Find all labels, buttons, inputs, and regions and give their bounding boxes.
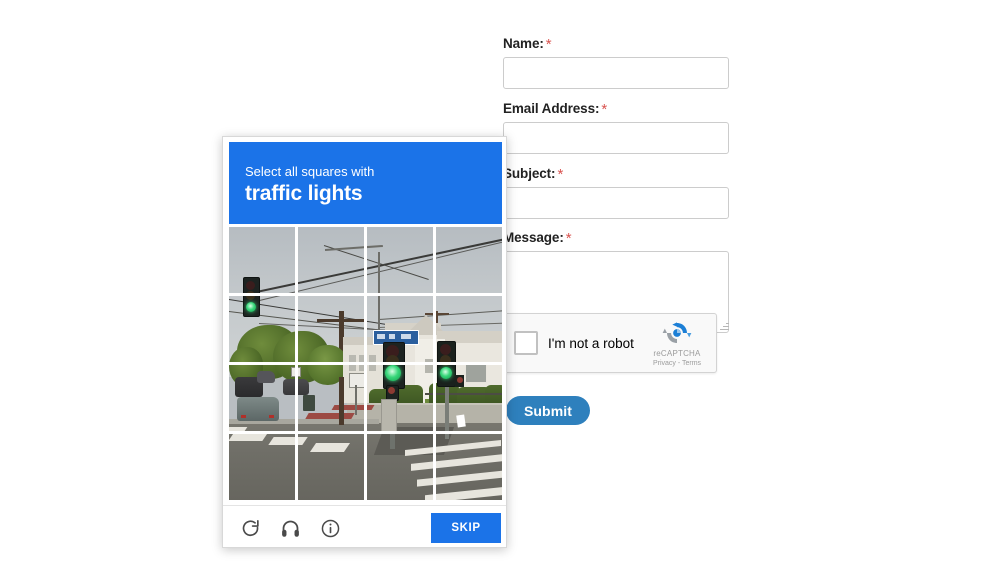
name-required-asterisk: * <box>545 36 552 53</box>
subject-field-label: Subject: * <box>503 166 731 182</box>
message-label-text: Message: <box>503 230 564 245</box>
subject-label-text: Subject: <box>503 166 556 181</box>
captcha-instruction-header: Select all squares with traffic lights <box>229 142 502 224</box>
name-label-text: Name: <box>503 36 544 51</box>
captcha-tile-image <box>367 296 433 362</box>
name-field-label: Name: * <box>503 36 731 52</box>
captcha-tile-image <box>229 227 295 293</box>
captcha-tile-image <box>436 434 502 500</box>
message-required-asterisk: * <box>565 230 572 247</box>
captcha-tile[interactable] <box>436 227 502 293</box>
recaptcha-label: I'm not a robot <box>548 335 634 351</box>
recaptcha-brand-name: reCAPTCHA <box>653 349 701 358</box>
captcha-tile[interactable] <box>229 434 295 500</box>
email-required-asterisk: * <box>601 101 608 118</box>
subject-required-asterisk: * <box>557 166 564 183</box>
name-input[interactable] <box>503 57 729 89</box>
captcha-tile-image <box>229 296 295 362</box>
captcha-tile[interactable] <box>436 296 502 362</box>
captcha-tile[interactable] <box>367 227 433 293</box>
captcha-toolbar: SKIP <box>223 505 506 547</box>
captcha-tile-image <box>436 296 502 362</box>
captcha-tile-image <box>436 365 502 431</box>
reload-icon <box>242 519 259 536</box>
email-label-text: Email Address: <box>503 101 600 116</box>
captcha-tile-image <box>436 227 502 293</box>
captcha-tile[interactable] <box>229 365 295 431</box>
info-icon <box>321 519 339 537</box>
captcha-tile-image <box>298 434 364 500</box>
captcha-challenge-panel: Select all squares with traffic lights S… <box>222 136 507 548</box>
captcha-target-object: traffic lights <box>245 182 363 205</box>
recaptcha-widget[interactable]: I'm not a robot reCAPTCHA Privacy - Term… <box>503 313 717 373</box>
captcha-tile[interactable] <box>436 365 502 431</box>
audio-challenge-button[interactable] <box>277 515 303 541</box>
recaptcha-logo-icon <box>662 322 692 343</box>
captcha-tile[interactable] <box>298 365 364 431</box>
captcha-tile-image <box>367 434 433 500</box>
subject-input[interactable] <box>503 187 729 219</box>
captcha-tile-image <box>229 365 295 431</box>
message-field-label: Message: * <box>503 230 731 246</box>
captcha-tile[interactable] <box>436 434 502 500</box>
captcha-tile[interactable] <box>229 296 295 362</box>
captcha-tile[interactable] <box>367 365 433 431</box>
submit-button[interactable]: Submit <box>506 396 590 425</box>
contact-form: Name: * Email Address: * Subject: * Message… <box>503 36 731 333</box>
reload-button[interactable] <box>237 515 263 541</box>
page-root: Name: * Email Address: * Subject: * Message… <box>0 0 1000 584</box>
captcha-tile[interactable] <box>367 434 433 500</box>
recaptcha-checkbox-wrapper[interactable] <box>504 331 548 355</box>
captcha-tile[interactable] <box>298 227 364 293</box>
email-input[interactable] <box>503 122 729 154</box>
recaptcha-branding: reCAPTCHA Privacy - Terms <box>644 318 716 368</box>
captcha-tile-image <box>298 296 364 362</box>
captcha-tile[interactable] <box>229 227 295 293</box>
captcha-tile-image <box>298 365 364 431</box>
recaptcha-legal-links[interactable]: Privacy - Terms <box>653 359 701 368</box>
captcha-image-grid <box>229 227 502 500</box>
captcha-tool-buttons <box>237 515 343 541</box>
captcha-instruction-line1: Select all squares with <box>245 164 375 179</box>
info-button[interactable] <box>317 515 343 541</box>
skip-button[interactable]: SKIP <box>431 513 501 543</box>
recaptcha-checkbox[interactable] <box>514 331 538 355</box>
email-field-label: Email Address: * <box>503 101 731 117</box>
captcha-tile[interactable] <box>298 434 364 500</box>
captcha-tile-image <box>298 227 364 293</box>
captcha-tile-image <box>367 365 433 431</box>
captcha-tile[interactable] <box>367 296 433 362</box>
captcha-tile[interactable] <box>298 296 364 362</box>
captcha-tile-image <box>367 227 433 293</box>
captcha-tile-image <box>229 434 295 500</box>
headphones-icon <box>281 520 299 537</box>
